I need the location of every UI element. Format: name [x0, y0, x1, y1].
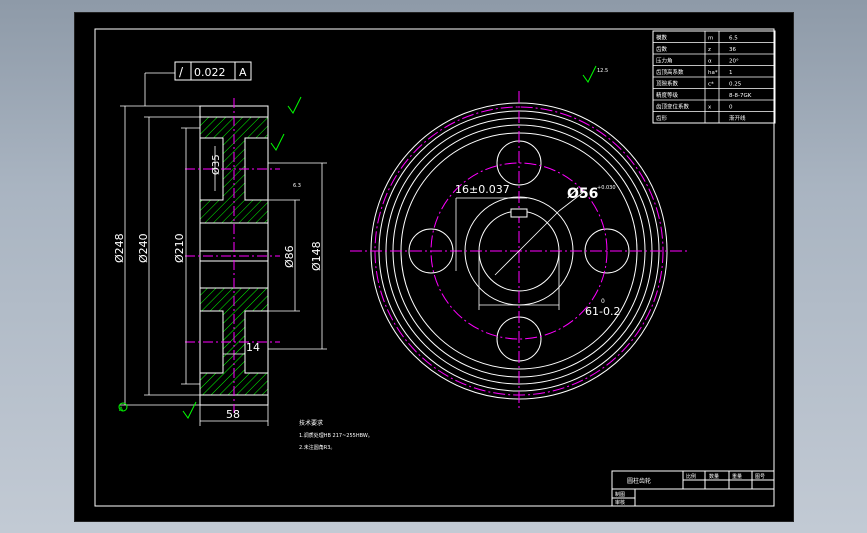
param-value: 0.25 [729, 82, 742, 88]
param-symbol: m [708, 36, 713, 42]
tech-req-title: 技术要求 [299, 419, 323, 427]
param-name: 齿数 [656, 45, 668, 53]
dim-d35: Ø35 [210, 154, 222, 175]
param-value: 0 [729, 105, 733, 111]
header-scale: 比例 [686, 473, 696, 480]
header-weight: 重量 [732, 473, 742, 480]
param-value: 20° [729, 59, 739, 65]
part-name: 圆柱齿轮 [627, 477, 651, 485]
tech-req-line-1: 1.调质处理HB 217~255HBW。 [299, 432, 373, 439]
header-qty: 数量 [709, 473, 719, 480]
dim-d240: Ø240 [137, 233, 150, 263]
parameter-table: 模数 m 6.5 齿数 z 36 压力角 α 20° 齿顶高系数 ha* 1 顶隙系数 c* 0.25 精度等… [652, 30, 776, 124]
section-view: / 0.022 A A Ø248 Ø240 Ø210 Ø35 Ø86 Ø148 … [113, 61, 597, 426]
param-name: 齿形 [656, 114, 668, 122]
header-drawing-no: 图号 [755, 474, 765, 480]
dim-d148: Ø148 [310, 241, 323, 271]
dim-web14: 14 [246, 341, 260, 354]
dim-bore: Ø56 [567, 186, 598, 202]
dim-keyway: 16±0.037 [455, 183, 510, 196]
param-name: 齿顶高系数 [656, 68, 684, 76]
front-view: 16±0.037 Ø56 +0.030 61-0.2 0 12.5 [350, 68, 688, 411]
param-value: 6.5 [729, 36, 738, 42]
param-name: 压力角 [656, 57, 673, 65]
roughness-6-3: 6.3 [293, 183, 301, 189]
param-name: 齿顶变位系数 [656, 103, 690, 111]
roughness-12-5: 12.5 [597, 68, 608, 74]
dim-d248: Ø248 [113, 233, 126, 263]
param-name: 精度等级 [656, 91, 679, 99]
row-review: 审核 [615, 499, 625, 506]
param-symbol: α [708, 59, 712, 65]
row-draw: 制图 [615, 491, 625, 498]
param-name: 模数 [656, 34, 668, 42]
dim-hub-tol: 0 [601, 298, 605, 305]
param-value: 1 [729, 70, 733, 76]
tech-req-line-2: 2.未注圆角R3。 [299, 444, 335, 451]
param-value: 36 [729, 47, 736, 53]
tolerance-value: 0.022 [194, 66, 226, 79]
param-name: 顶隙系数 [656, 80, 679, 88]
dim-d86: Ø86 [283, 245, 296, 268]
param-symbol: c* [708, 82, 714, 88]
param-symbol: z [708, 47, 711, 53]
drawing-frame [94, 28, 775, 507]
tolerance-symbol: / [179, 65, 184, 79]
datum-label: A [119, 406, 124, 413]
dim-d210: Ø210 [173, 233, 186, 263]
param-value: 渐开线 [729, 114, 746, 122]
dim-bore-tol: +0.030 [597, 185, 616, 191]
tolerance-datum: A [239, 66, 247, 79]
param-symbol: ha* [708, 70, 718, 76]
param-symbol: x [708, 105, 712, 111]
dim-hub: 61-0.2 [585, 305, 620, 318]
drawing-canvas: / 0.022 A A Ø248 Ø240 Ø210 Ø35 Ø86 Ø148 … [94, 28, 776, 507]
dim-width58: 58 [226, 408, 240, 421]
cad-viewport[interactable]: / 0.022 A A Ø248 Ø240 Ø210 Ø35 Ø86 Ø148 … [74, 12, 794, 522]
param-value: 8-8-7GK [729, 93, 752, 99]
